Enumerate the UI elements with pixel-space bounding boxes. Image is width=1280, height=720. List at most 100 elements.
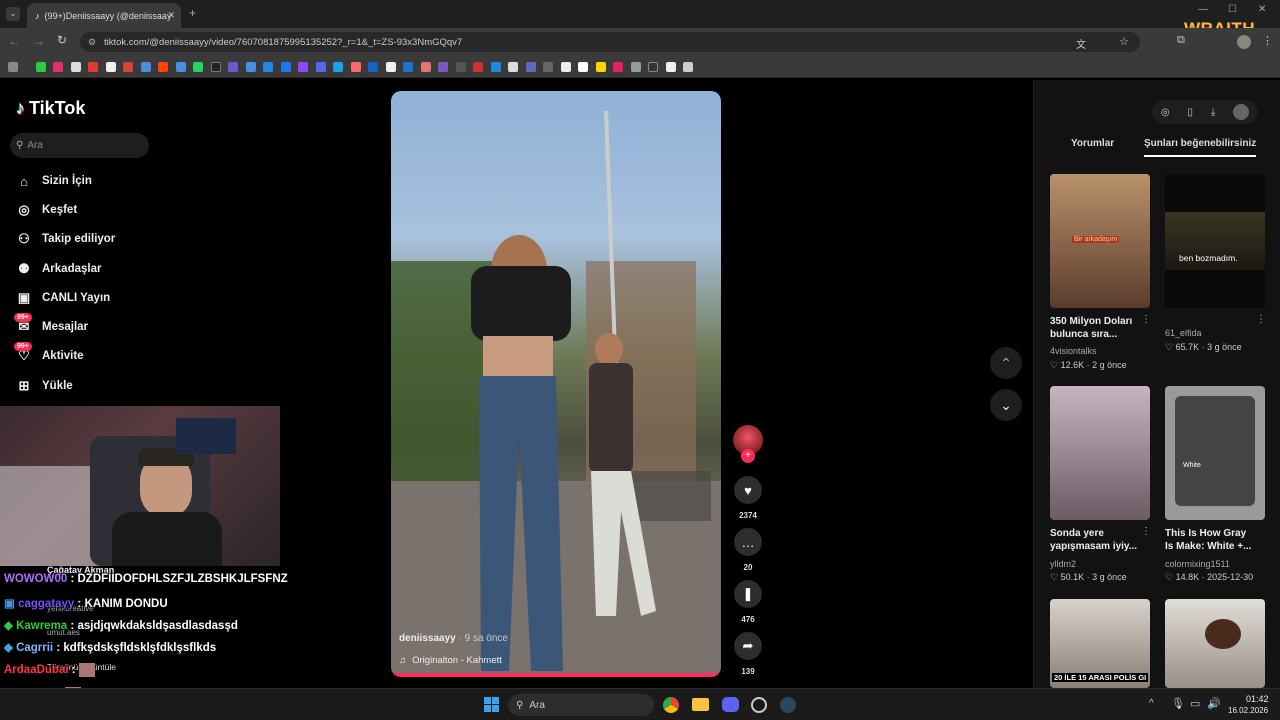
browser-tab[interactable]: ♪ (99+)Deniissaayy (@deniissaay ✕: [27, 3, 181, 28]
card-author[interactable]: colormixing1511: [1165, 559, 1230, 569]
more-options-icon[interactable]: ⋮: [1256, 314, 1266, 325]
like-button[interactable]: ♥: [734, 476, 762, 504]
tab-list-button[interactable]: ⌄: [6, 7, 20, 21]
video-sound[interactable]: ♫ Originalton - Kahmett: [399, 655, 502, 666]
comment-button[interactable]: …: [734, 528, 762, 556]
bookmark-icon[interactable]: [263, 61, 273, 72]
bookmark-icon[interactable]: [88, 61, 98, 72]
suggested-video-thumb[interactable]: ben bozmadım.: [1165, 174, 1265, 308]
minimize-icon[interactable]: —: [1198, 4, 1208, 15]
new-tab-icon[interactable]: +: [189, 6, 196, 20]
nav-messages[interactable]: ✉ 99+ Mesajlar: [14, 313, 88, 335]
bookmark-icon[interactable]: [175, 61, 186, 72]
bookmark-icon[interactable]: [508, 61, 518, 72]
more-options-icon[interactable]: ⋮: [1141, 526, 1151, 537]
bookmark-icon[interactable]: [473, 61, 483, 72]
bookmark-icon[interactable]: [333, 61, 343, 72]
nav-upload[interactable]: ⊞ Yükle: [16, 378, 73, 394]
suggested-video-thumb[interactable]: [1050, 386, 1150, 520]
profile-avatar[interactable]: [1237, 35, 1251, 49]
bookmark-icon[interactable]: [490, 61, 501, 72]
apps-grid-icon[interactable]: [8, 61, 18, 72]
save-button[interactable]: ❚: [734, 580, 762, 608]
search-input[interactable]: ⚲ Ara: [10, 133, 149, 158]
bookmark-icon[interactable]: [298, 61, 308, 72]
bookmark-icon[interactable]: [280, 61, 291, 72]
download-icon[interactable]: ⤓: [1211, 107, 1215, 118]
card-author[interactable]: 61_elfida: [1165, 328, 1202, 338]
nav-for-you[interactable]: ⌂ Sizin İçin: [16, 173, 92, 189]
suggested-video-thumb[interactable]: [1165, 599, 1265, 688]
back-icon[interactable]: ←: [8, 34, 20, 48]
volume-icon[interactable]: 🔊: [1207, 697, 1221, 710]
follow-plus-icon[interactable]: +: [741, 449, 755, 463]
translate-icon[interactable]: 文: [1076, 36, 1086, 51]
nav-explore[interactable]: ◎ Keşfet: [16, 202, 77, 218]
bookmark-icon[interactable]: [420, 61, 431, 72]
bookmark-icon[interactable]: [140, 61, 151, 72]
forward-icon[interactable]: →: [33, 34, 45, 48]
bookmark-icon[interactable]: [228, 61, 238, 72]
bookmark-icon[interactable]: [123, 61, 133, 72]
nav-activity[interactable]: ♡ 99+ Aktivite: [14, 342, 84, 364]
network-icon[interactable]: ▭: [1190, 697, 1200, 710]
extensions-icon[interactable]: ⧉: [1177, 34, 1185, 47]
video-player[interactable]: deniissaayy · 9 sa önce ♫ Originalton - …: [391, 91, 721, 677]
card-author[interactable]: ylldm2: [1050, 559, 1076, 569]
previous-video-button[interactable]: ⌃: [990, 347, 1022, 379]
bookmark-icon[interactable]: [70, 61, 81, 72]
bookmark-icon[interactable]: [438, 61, 448, 72]
site-info-icon[interactable]: ⚙: [88, 37, 96, 48]
windows-start-icon[interactable]: [484, 697, 499, 712]
steam-icon[interactable]: [780, 697, 796, 713]
bookmark-icon[interactable]: [368, 61, 378, 72]
bookmark-icon[interactable]: [683, 61, 693, 72]
card-title[interactable]: Sonda yere yapışmasam iyiy...: [1050, 527, 1145, 553]
microphone-icon[interactable]: 🎙: [1171, 697, 1185, 710]
bookmark-icon[interactable]: [613, 61, 623, 72]
card-title[interactable]: 350 Milyon Doları bulunca sıra...: [1050, 315, 1145, 341]
nav-following[interactable]: ⚇ Takip ediliyor: [16, 231, 115, 247]
file-explorer-icon[interactable]: [692, 698, 709, 711]
close-tab-icon[interactable]: ✕: [167, 10, 175, 21]
url-field[interactable]: ⚙ tiktok.com/@deniissaayy/video/76070818…: [80, 32, 1140, 52]
card-author[interactable]: 4visiontalks: [1050, 346, 1097, 356]
star-icon[interactable]: ☆: [1119, 35, 1129, 48]
bookmark-icon[interactable]: [560, 61, 571, 72]
bookmark-icon[interactable]: [648, 61, 658, 72]
nav-friends[interactable]: ⚉ Arkadaşlar: [16, 261, 101, 277]
video-progress-bar[interactable]: [391, 673, 721, 677]
bookmark-icon[interactable]: [665, 61, 676, 72]
bookmark-icon[interactable]: [193, 61, 203, 72]
bookmark-icon[interactable]: [578, 61, 588, 72]
bookmark-icon[interactable]: [403, 61, 413, 72]
bookmark-icon[interactable]: [455, 61, 466, 72]
bookmark-icon[interactable]: [245, 61, 256, 72]
bookmark-icon[interactable]: [53, 61, 63, 72]
nav-live[interactable]: ▣ CANLI Yayın: [16, 290, 110, 306]
maximize-icon[interactable]: ☐: [1228, 4, 1237, 15]
taskbar-search[interactable]: ⚲ Ara: [508, 694, 654, 716]
more-options-icon[interactable]: ⋮: [1141, 314, 1151, 325]
bookmark-icon[interactable]: [595, 61, 606, 72]
bookmark-icon[interactable]: [543, 61, 553, 72]
bookmark-icon[interactable]: [630, 61, 641, 72]
card-title[interactable]: This Is How Gray Is Make: White +...: [1165, 527, 1257, 553]
bookmark-icon[interactable]: [158, 61, 168, 72]
tab-comments[interactable]: Yorumlar: [1071, 138, 1114, 149]
chrome-icon[interactable]: [663, 697, 679, 713]
user-avatar[interactable]: [1233, 104, 1250, 120]
tray-chevron-icon[interactable]: ^: [1149, 698, 1154, 709]
bookmark-icon[interactable]: [525, 61, 536, 72]
bookmark-icon[interactable]: [35, 61, 46, 72]
bookmark-icon[interactable]: [210, 61, 221, 72]
suggested-video-thumb[interactable]: Bir arkadaşım: [1050, 174, 1150, 308]
clock-date[interactable]: 16.02.2026: [1228, 706, 1268, 715]
tiktok-logo[interactable]: ♪ TikTok: [16, 98, 85, 119]
bookmark-icon[interactable]: [315, 61, 326, 72]
reload-icon[interactable]: ↻: [57, 33, 67, 47]
app-icon[interactable]: [751, 697, 767, 713]
bookmark-icon[interactable]: [105, 61, 116, 72]
close-window-icon[interactable]: ✕: [1258, 4, 1266, 15]
device-icon[interactable]: ▯: [1187, 107, 1193, 118]
